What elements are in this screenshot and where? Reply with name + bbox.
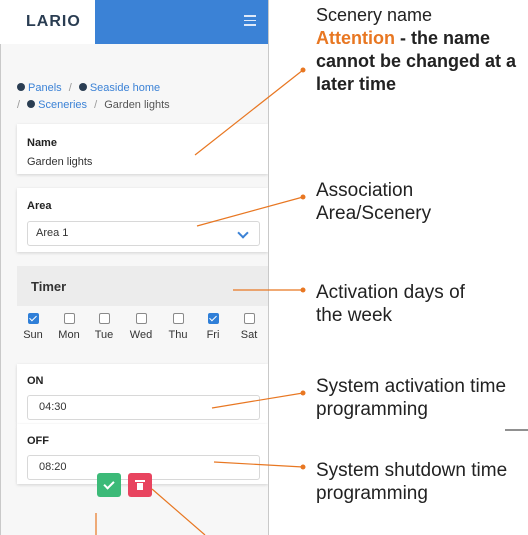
app-screen: LARIO Panels / Seaside home / Sceneries … [0,0,269,535]
annotation-activation-days-line2: the week [316,305,393,326]
leader-dot [300,194,306,200]
day-label: Sat [240,329,258,341]
on-time-value: 04:30 [39,401,67,413]
leader-dot [300,67,306,73]
annotation-association-line1: Association [316,180,414,201]
checkbox-sat[interactable] [243,313,255,324]
top-bar: LARIO [0,0,268,44]
day-sun[interactable]: Sun [17,313,49,341]
area-select-value: Area 1 [36,227,69,239]
checkbox-sun[interactable] [27,313,39,324]
trash-icon [135,480,145,490]
breadcrumb-separator: / [17,99,21,111]
cube-icon [27,100,36,108]
checkbox-mon[interactable] [63,313,75,324]
annotation-association-line2: Area/Scenery [316,203,432,224]
annotation-activation-days-line1: Activation days of [316,282,465,303]
day-sat[interactable]: Sat [233,313,265,341]
name-value: Garden lights [27,156,93,168]
annotation-scenery-title: Scenery name [316,5,433,25]
day-label: Wed [129,329,153,341]
day-label: Fri [206,329,220,341]
annotation-shutdown-time-line1: System shutdown time [316,460,508,481]
delete-button[interactable] [128,473,152,497]
annotation-attention-word: Attention [316,28,395,48]
annotation-association: Association Area/Scenery [316,179,431,225]
breadcrumb-current: Garden lights [104,99,170,111]
checkbox-thu[interactable] [172,313,184,324]
annotation-activation-days: Activation days of the week [316,281,465,327]
checkbox-fri[interactable] [207,313,219,324]
day-label: Mon [58,329,80,341]
checkbox-wed[interactable] [135,313,147,324]
area-label: Area [27,200,52,212]
annotation-shutdown-time: System shutdown time programming [316,459,507,505]
name-card: Name Garden lights [17,124,268,174]
check-icon [103,478,115,490]
logo[interactable]: LARIO [26,13,81,31]
area-card: Area Area 1 [17,188,268,252]
leader-dot [300,287,306,293]
screen-border [0,0,1,535]
day-label: Sun [23,329,43,341]
day-thu[interactable]: Thu [162,313,194,341]
breadcrumb-sceneries[interactable]: Sceneries [38,99,87,111]
on-time-input[interactable]: 04:30 [27,395,260,420]
day-wed[interactable]: Wed [125,313,157,341]
on-label: ON [27,375,44,387]
leader-dot [300,390,306,396]
breadcrumb-seaside-home[interactable]: Seaside home [90,82,160,94]
day-tue[interactable]: Tue [88,313,120,341]
annotation-activation-time: System activation time programming [316,375,506,421]
day-mon[interactable]: Mon [53,313,85,341]
day-label: Tue [94,329,114,341]
day-label: Thu [168,329,188,341]
annotation-activation-time-line2: programming [316,399,428,420]
days-row: Sun Mon Tue Wed Thu Fri Sat [17,313,268,351]
annotation-activation-time-line1: System activation time [316,376,507,397]
name-label: Name [27,137,57,149]
cube-icon [78,83,87,91]
day-fri[interactable]: Fri [197,313,229,341]
leader-dot [300,464,306,470]
on-card: ON 04:30 [17,364,268,424]
area-select[interactable]: Area 1 [27,221,260,246]
hamburger-icon[interactable] [244,15,256,27]
logo-text: LARIO [26,13,81,30]
breadcrumb-separator: / [94,99,98,111]
off-label: OFF [27,435,49,447]
cube-icon [17,83,25,91]
header-bar [95,0,268,44]
breadcrumb-separator: / [68,82,72,94]
logo-area: LARIO [0,0,95,44]
timer-title: Timer [31,279,67,294]
timer-header: Timer [17,266,268,306]
annotation-shutdown-time-line2: programming [316,483,428,504]
annotation-scenery-name: Scenery name Attention - the name cannot… [316,4,528,96]
breadcrumb-panels[interactable]: Panels [28,82,62,94]
chevron-down-icon [237,227,249,239]
checkbox-tue[interactable] [98,313,110,324]
save-button[interactable] [97,473,121,497]
off-time-value: 08:20 [39,461,67,473]
breadcrumb: Panels / Seaside home / Sceneries / Gard… [17,80,257,114]
